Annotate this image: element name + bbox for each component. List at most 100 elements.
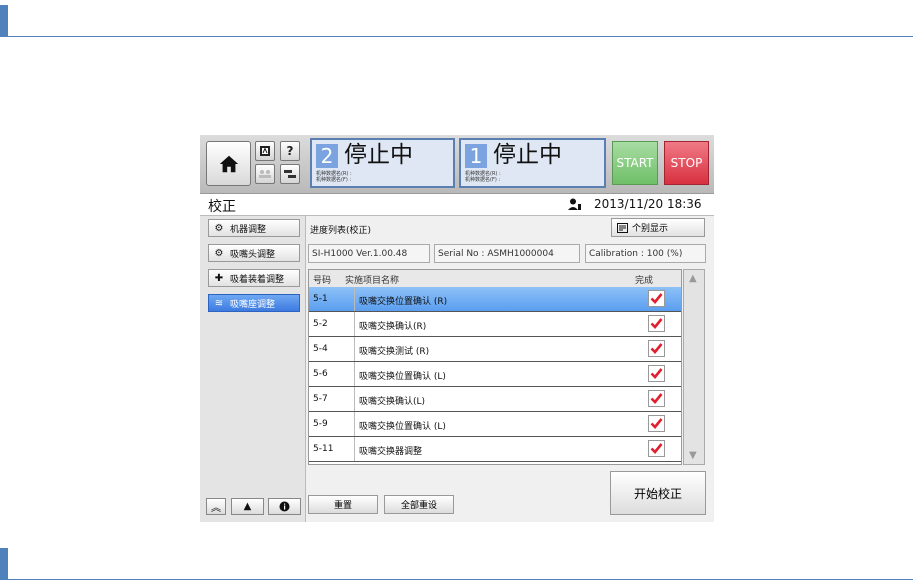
row-number: 5-4 — [313, 344, 328, 354]
serial-info: Serial No : ASMH1000004 — [434, 244, 580, 263]
home-button[interactable] — [206, 141, 251, 186]
model-data-labels-2: 机种数据名(R) : 机种数据名(F) : — [316, 171, 352, 183]
table-row[interactable]: 5-7 吸嘴交换确认(L) — [309, 387, 681, 412]
users-icon — [259, 170, 271, 178]
header-accent-bar — [0, 5, 8, 37]
operator-button[interactable] — [255, 164, 275, 184]
stop-button[interactable]: STOP — [664, 141, 709, 185]
checkmark-icon — [650, 293, 663, 304]
column-divider — [354, 387, 355, 411]
sidebar-item-machine-adjust[interactable]: ⚙ 机器调整 — [208, 219, 300, 237]
double-chevron-up-icon: ︽ — [211, 503, 221, 514]
table-row[interactable]: 5-9 吸嘴交换位置确认 (L) — [309, 412, 681, 437]
calibration-info: Calibration : 100 (%) — [585, 244, 706, 263]
row-item-name: 吸嘴交换位置确认 (R) — [359, 297, 448, 307]
stage-status-text-2: 停止中 — [344, 142, 413, 168]
info-button[interactable] — [268, 498, 301, 515]
table-scrollbar[interactable]: ▲ ▼ — [683, 269, 705, 465]
keyboard-button[interactable] — [255, 141, 275, 161]
row-number: 5-1 — [313, 294, 328, 304]
column-header-item-name: 实施项目名称 — [345, 276, 400, 286]
start-button[interactable]: START — [612, 141, 658, 185]
transfer-button[interactable] — [280, 164, 300, 184]
done-checkbox[interactable] — [648, 315, 665, 332]
column-header-number: 号码 — [313, 276, 332, 286]
reset-all-button[interactable]: 全部重设 — [384, 495, 454, 514]
list-title: 进度列表(校正) — [310, 226, 372, 236]
individual-display-button[interactable]: 个别显示 — [611, 218, 705, 237]
table-row[interactable]: 5-2 吸嘴交换确认(R) — [309, 312, 681, 337]
checkmark-icon — [650, 393, 663, 404]
stage-number-2: 2 — [316, 144, 338, 168]
home-icon — [219, 155, 238, 172]
column-divider — [354, 337, 355, 361]
row-number: 5-2 — [313, 319, 328, 329]
sidebar: ⚙ 机器调整 ⚙ 吸嘴头调整 ✚ 吸着装着调整 ≋ 吸嘴座调整 ︽ ▲ — [200, 216, 306, 522]
datetime: 2013/11/20 18:36 — [594, 197, 702, 211]
checkmark-icon — [650, 368, 663, 379]
column-divider — [354, 312, 355, 336]
row-item-name: 吸嘴交换确认(R) — [359, 322, 427, 332]
column-header-done: 完成 — [635, 276, 654, 286]
checkmark-icon — [650, 343, 663, 354]
list-view-icon — [617, 222, 628, 233]
gear-icon: ⚙ — [214, 222, 224, 234]
table-header: 号码 实施项目名称 完成 — [309, 270, 681, 288]
help-icon: ? — [286, 144, 294, 158]
header-underline — [8, 36, 913, 37]
document-header-rule — [0, 5, 913, 37]
checkmark-icon — [650, 318, 663, 329]
done-checkbox[interactable] — [648, 290, 665, 307]
stage-number-1: 1 — [465, 144, 487, 168]
machine-screen: ? 2 停止中 机种数据名(R) : 机种数据名(F) : 1 停止中 机种数据… — [200, 135, 714, 522]
reset-button[interactable]: 重置 — [308, 495, 378, 514]
header-bar: ? 2 停止中 机种数据名(R) : 机种数据名(F) : 1 停止中 机种数据… — [200, 135, 714, 193]
row-number: 5-7 — [313, 394, 328, 404]
table-row[interactable]: 5-11 吸嘴交换器调整 — [309, 437, 681, 462]
table-row[interactable]: 5-6 吸嘴交换位置确认 (L) — [309, 362, 681, 387]
version-info: SI-H1000 Ver.1.00.48 — [308, 244, 430, 263]
row-item-name: 吸嘴交换位置确认 (L) — [359, 422, 446, 432]
column-divider — [354, 287, 355, 311]
row-number: 5-11 — [313, 444, 334, 454]
footer-underline — [8, 579, 913, 580]
table-row[interactable]: 5-1 吸嘴交换位置确认 (R) — [309, 287, 681, 312]
scroll-down-icon[interactable]: ▼ — [689, 450, 697, 461]
stage-status-text-1: 停止中 — [493, 142, 562, 168]
collapse-button[interactable]: ︽ — [206, 498, 226, 515]
row-item-name: 吸嘴交换位置确认 (L) — [359, 372, 446, 382]
status-panel-stage-2: 2 停止中 机种数据名(R) : 机种数据名(F) : — [310, 138, 455, 188]
help-button[interactable]: ? — [280, 141, 300, 161]
column-divider — [354, 437, 355, 461]
progress-table: 号码 实施项目名称 完成 5-1 吸嘴交换位置确认 (R) 5-2 吸嘴交换确认(R)… — [308, 269, 682, 465]
row-item-name: 吸嘴交换确认(L) — [359, 397, 426, 407]
done-checkbox[interactable] — [648, 415, 665, 432]
table-row[interactable]: 5-4 吸嘴交换测试 (R) — [309, 337, 681, 362]
row-item-name: 吸嘴交换器调整 — [359, 447, 423, 457]
info-icon — [279, 501, 290, 512]
keyboard-icon — [260, 146, 270, 156]
row-number: 5-9 — [313, 419, 328, 429]
footer-accent-bar — [0, 548, 8, 580]
pickup-icon: ✚ — [214, 272, 224, 284]
warning-button[interactable]: ▲ — [231, 498, 264, 515]
done-checkbox[interactable] — [648, 340, 665, 357]
sidebar-item-pickup-adjust[interactable]: ✚ 吸着装着调整 — [208, 269, 300, 287]
user-icon — [568, 198, 581, 210]
column-divider — [354, 362, 355, 386]
scroll-up-icon[interactable]: ▲ — [689, 273, 697, 284]
done-checkbox[interactable] — [648, 390, 665, 407]
checkmark-icon — [650, 443, 663, 454]
checkmark-icon — [650, 418, 663, 429]
sidebar-item-nozzle-station-adjust[interactable]: ≋ 吸嘴座调整 — [208, 294, 300, 312]
done-checkbox[interactable] — [648, 365, 665, 382]
model-data-labels-1: 机种数据名(R) : 机种数据名(F) : — [465, 171, 501, 183]
sidebar-item-head-adjust[interactable]: ⚙ 吸嘴头调整 — [208, 244, 300, 262]
start-calibration-button[interactable]: 开始校正 — [610, 471, 706, 515]
done-checkbox[interactable] — [648, 440, 665, 457]
status-panel-stage-1: 1 停止中 机种数据名(R) : 机种数据名(F) : — [459, 138, 606, 188]
page-title: 校正 — [208, 199, 236, 215]
document-footer-rule — [0, 548, 913, 580]
row-number: 5-6 — [313, 369, 328, 379]
column-divider — [354, 412, 355, 436]
